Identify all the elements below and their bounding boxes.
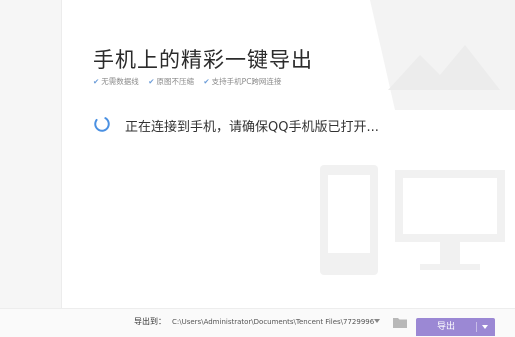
- feature-item: ✔ 支持手机PC跨网连接: [203, 77, 282, 86]
- check-icon: ✔: [93, 77, 100, 86]
- feature-item: ✔ 无需数据线: [93, 77, 139, 86]
- export-to-label: 导出到：: [134, 317, 166, 326]
- check-icon: ✔: [148, 77, 155, 86]
- feature-item: ✔ 原图不压缩: [148, 77, 194, 86]
- left-panel: [0, 0, 62, 336]
- feature-list: ✔ 无需数据线 ✔ 原图不压缩 ✔ 支持手机PC跨网连接: [93, 76, 288, 87]
- export-path-select[interactable]: C:\Users\Administrator\Documents\Tencent…: [172, 316, 374, 328]
- folder-icon[interactable]: [393, 316, 407, 328]
- page-title: 手机上的精彩一键导出: [93, 48, 313, 72]
- export-button-label: 导出: [436, 322, 455, 332]
- background-illustration: [320, 0, 515, 275]
- export-button[interactable]: 导出: [416, 318, 495, 336]
- check-icon: ✔: [203, 77, 210, 86]
- loading-spinner-icon: [94, 116, 110, 132]
- chevron-down-icon[interactable]: [482, 325, 488, 329]
- connection-status: 正在连接到手机，请确保QQ手机版已打开...: [125, 120, 379, 135]
- button-divider: [476, 322, 477, 332]
- chevron-down-icon[interactable]: [374, 319, 380, 323]
